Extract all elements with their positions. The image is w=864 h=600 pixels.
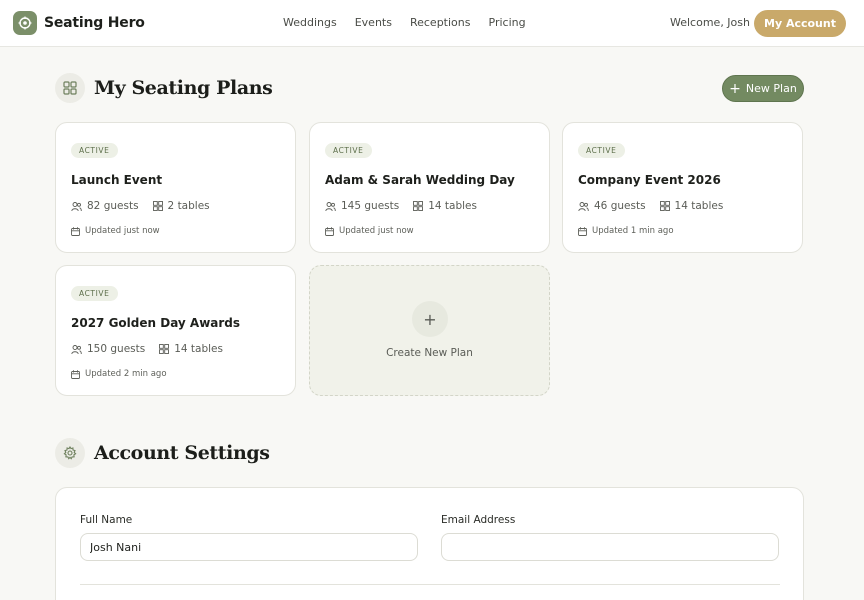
settings-title: Account Settings [94, 442, 270, 464]
plan-card[interactable]: ACTIVE 2027 Golden Day Awards 150 guests… [55, 265, 296, 396]
table-count: 14 tables [174, 343, 223, 355]
table-count: 14 tables [674, 200, 724, 212]
nav-link-events[interactable]: Events [355, 16, 392, 29]
updated-text: Updated just now [85, 226, 160, 236]
nav-link-weddings[interactable]: Weddings [283, 16, 337, 29]
updated-text: Updated 2 min ago [85, 369, 167, 379]
nav-link-pricing[interactable]: Pricing [489, 16, 526, 29]
grid-icon [659, 201, 670, 211]
plan-name: 2027 Golden Day Awards [71, 316, 241, 330]
page-title: My Seating Plans [94, 77, 273, 99]
grid-icon [152, 201, 163, 211]
users-icon [71, 344, 82, 355]
welcome-text: Welcome, Josh [670, 16, 750, 29]
full-name-input[interactable] [80, 533, 418, 561]
calendar-icon [578, 226, 587, 236]
plan-meta: 145 guests 14 tables [325, 200, 477, 212]
guest-count: 150 guests [87, 343, 146, 355]
email-input[interactable] [441, 533, 779, 561]
full-name-label: Full Name [80, 514, 133, 526]
grid-icon [55, 73, 85, 103]
plans-section-header: My Seating Plans [55, 73, 273, 103]
grid-icon [159, 344, 170, 354]
calendar-icon [71, 369, 80, 379]
plus-icon: + [412, 301, 448, 337]
settings-panel: Full Name Email Address [55, 487, 804, 600]
users-icon [71, 201, 82, 212]
status-badge: ACTIVE [71, 143, 118, 158]
status-badge: ACTIVE [578, 143, 625, 158]
plan-card[interactable]: ACTIVE Launch Event 82 guests 2 tables U… [55, 122, 296, 253]
plan-meta: 82 guests 2 tables [71, 200, 210, 212]
guest-count: 82 guests [87, 200, 139, 212]
plan-name: Adam & Sarah Wedding Day [325, 173, 515, 187]
plan-name: Company Event 2026 [578, 173, 721, 187]
users-icon [578, 201, 589, 212]
plan-card[interactable]: ACTIVE Adam & Sarah Wedding Day 145 gues… [309, 122, 550, 253]
plus-icon: + [729, 80, 741, 97]
calendar-icon [71, 226, 80, 236]
updated-info: Updated 1 min ago [578, 226, 674, 236]
updated-info: Updated just now [325, 226, 414, 236]
new-plan-button[interactable]: + New Plan [722, 75, 804, 102]
email-label: Email Address [441, 514, 516, 526]
table-count: 2 tables [167, 200, 210, 212]
divider [80, 584, 780, 585]
updated-info: Updated 2 min ago [71, 369, 167, 379]
top-navbar: Seating Hero Weddings Events Receptions … [0, 0, 864, 47]
updated-text: Updated 1 min ago [592, 226, 674, 236]
table-count: 14 tables [428, 200, 477, 212]
status-badge: ACTIVE [325, 143, 372, 158]
updated-info: Updated just now [71, 226, 160, 236]
updated-text: Updated just now [339, 226, 414, 236]
brand-name: Seating Hero [44, 15, 145, 31]
gear-icon [55, 438, 85, 468]
create-plan-card[interactable]: + Create New Plan [309, 265, 550, 396]
nav-link-receptions[interactable]: Receptions [410, 16, 471, 29]
status-badge: ACTIVE [71, 286, 118, 301]
guest-count: 145 guests [341, 200, 400, 212]
main-nav: Weddings Events Receptions Pricing [283, 16, 526, 29]
settings-section-header: Account Settings [55, 438, 270, 468]
plan-name: Launch Event [71, 173, 163, 187]
plan-meta: 46 guests 14 tables [578, 200, 723, 212]
target-icon [13, 11, 37, 35]
my-account-button[interactable]: My Account [754, 10, 846, 37]
grid-icon [413, 201, 424, 211]
plan-meta: 150 guests 14 tables [71, 343, 223, 355]
new-plan-label: New Plan [745, 82, 797, 95]
create-plan-label: Create New Plan [386, 347, 473, 359]
guest-count: 46 guests [594, 200, 646, 212]
users-icon [325, 201, 336, 212]
calendar-icon [325, 226, 334, 236]
plan-card[interactable]: ACTIVE Company Event 2026 46 guests 14 t… [562, 122, 803, 253]
brand[interactable]: Seating Hero [13, 11, 145, 35]
